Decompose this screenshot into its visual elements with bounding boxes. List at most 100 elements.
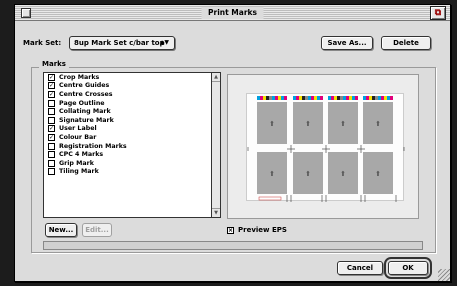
colour-bar-swatch: [390, 96, 393, 100]
colour-bar-swatch: [272, 96, 275, 100]
mark-checkbox[interactable]: ✓: [48, 133, 55, 141]
new-button[interactable]: New...: [45, 223, 77, 237]
colour-bar-swatch: [346, 96, 349, 100]
colour-bar-swatch: [328, 96, 331, 100]
title-bar[interactable]: Print Marks ⧉: [15, 5, 450, 21]
colour-bar-swatch: [293, 96, 296, 100]
colour-bar-swatch: [308, 96, 311, 100]
mark-checkbox[interactable]: [48, 151, 55, 159]
mark-checkbox[interactable]: ✓: [48, 90, 55, 98]
mark-label: User Label: [59, 125, 97, 133]
list-item[interactable]: Grip Mark: [44, 159, 220, 168]
colour-bar-swatch: [320, 96, 323, 100]
list-item[interactable]: ✓ Centre Crosses: [44, 90, 220, 99]
colour-bar-swatch: [317, 96, 320, 100]
page-arrow-icon: ⬆: [375, 120, 381, 128]
preview-eps-label: Preview EPS: [238, 226, 287, 234]
marks-list[interactable]: ✓ Crop Marks ✓ Centre Guides ✓ Centre Crosses…: [43, 72, 221, 218]
preview-eps-checkbox[interactable]: × Preview EPS: [227, 226, 287, 234]
ok-button[interactable]: OK: [384, 257, 432, 279]
page-arrow-icon: ⬆: [375, 170, 381, 178]
mark-checkbox[interactable]: [48, 159, 55, 167]
close-box-icon[interactable]: [21, 8, 31, 18]
page-arrow-icon: ⬆: [269, 120, 275, 128]
mark-label: Centre Crosses: [59, 90, 113, 98]
mark-checkbox[interactable]: ✓: [48, 125, 55, 133]
list-item[interactable]: Tiling Mark: [44, 168, 220, 177]
colour-bar-swatch: [311, 96, 314, 100]
colour-bar-swatch: [278, 96, 281, 100]
mark-label: Crop Marks: [59, 73, 100, 81]
page-arrow-icon: ⬆: [269, 170, 275, 178]
mark-checkbox[interactable]: [48, 116, 55, 124]
list-scrollbar[interactable]: ▲ ▼: [211, 73, 220, 217]
delete-button[interactable]: Delete: [381, 36, 431, 50]
colour-bar-swatch: [296, 96, 299, 100]
mark-label: CPC 4 Marks: [59, 151, 104, 159]
colour-bar-swatch: [334, 96, 337, 100]
colour-bar-swatch: [349, 96, 352, 100]
colour-bar-swatch: [387, 96, 390, 100]
colour-bar-swatch: [284, 96, 287, 100]
list-item[interactable]: CPC 4 Marks: [44, 150, 220, 159]
mark-label: Collating Mark: [59, 108, 111, 116]
colour-bar-swatch: [275, 96, 278, 100]
colour-bar-swatch: [352, 96, 355, 100]
list-item[interactable]: Collating Mark: [44, 107, 220, 116]
mark-checkbox[interactable]: ✓: [48, 82, 55, 90]
scroll-up-icon[interactable]: ▲: [212, 73, 220, 82]
colour-bar-swatch: [372, 96, 375, 100]
mark-checkbox[interactable]: [48, 99, 55, 107]
mark-checkbox[interactable]: [48, 168, 55, 176]
user-label-mark: [258, 196, 282, 201]
list-item[interactable]: Signature Mark: [44, 116, 220, 125]
colour-bar-swatch: [363, 96, 366, 100]
colour-bar-swatch: [260, 96, 263, 100]
colour-bar-swatch: [266, 96, 269, 100]
list-item[interactable]: ✓ User Label: [44, 125, 220, 134]
scroll-down-icon[interactable]: ▼: [212, 208, 220, 217]
list-item[interactable]: ✓ Centre Guides: [44, 82, 220, 91]
save-as-button[interactable]: Save As...: [321, 36, 373, 50]
colour-bar-swatch: [340, 96, 343, 100]
colour-bar-swatch: [369, 96, 372, 100]
page-arrow-icon: ⬆: [305, 170, 311, 178]
colour-bar-swatch: [343, 96, 346, 100]
mark-label: Colour Bar: [59, 133, 97, 141]
mark-checkbox[interactable]: [48, 108, 55, 116]
mark-set-popup[interactable]: 8up Mark Set c/bar top ▲▼: [69, 36, 175, 50]
colour-bar-swatch: [375, 96, 378, 100]
resize-grip-icon[interactable]: [438, 269, 450, 281]
list-item[interactable]: ✓ Colour Bar: [44, 133, 220, 142]
colour-bar-swatch: [381, 96, 384, 100]
colour-bar-swatch: [302, 96, 305, 100]
colour-bar-swatch: [366, 96, 369, 100]
zoom-box-icon[interactable]: ⧉: [430, 6, 446, 20]
window-title: Print Marks: [201, 7, 264, 19]
print-marks-window: Print Marks ⧉ Mark Set: 8up Mark Set c/b…: [14, 4, 451, 282]
colour-bar-swatch: [281, 96, 284, 100]
list-item[interactable]: ✓ Crop Marks: [44, 73, 220, 82]
list-item[interactable]: Registration Marks: [44, 142, 220, 151]
colour-bar-swatch: [384, 96, 387, 100]
list-item[interactable]: Page Outline: [44, 99, 220, 108]
page-arrow-icon: ⬆: [340, 120, 346, 128]
popup-arrows-icon: ▲▼: [159, 39, 169, 46]
edit-button[interactable]: Edit...: [82, 223, 112, 237]
mark-label: Grip Mark: [59, 159, 94, 167]
cancel-button[interactable]: Cancel: [337, 261, 383, 275]
colour-bar-swatch: [378, 96, 381, 100]
mark-label: Page Outline: [59, 99, 105, 107]
mark-checkbox[interactable]: ✓: [48, 73, 55, 81]
colour-bar-swatch: [337, 96, 340, 100]
preview-eps-box[interactable]: ×: [227, 226, 234, 234]
mark-label: Signature Mark: [59, 116, 114, 124]
colour-bar-swatch: [331, 96, 334, 100]
mark-label: Registration Marks: [59, 142, 127, 150]
imposition-preview: ⬆ ⬆ ⬆ ⬆ ⬆ ⬆ ⬆ ⬆: [241, 96, 411, 202]
colour-bar-swatch: [257, 96, 260, 100]
colour-bar-swatch: [269, 96, 272, 100]
mark-preview: ⬆ ⬆ ⬆ ⬆ ⬆ ⬆ ⬆ ⬆: [227, 74, 419, 219]
mark-checkbox[interactable]: [48, 142, 55, 150]
page-arrow-icon: ⬆: [305, 120, 311, 128]
